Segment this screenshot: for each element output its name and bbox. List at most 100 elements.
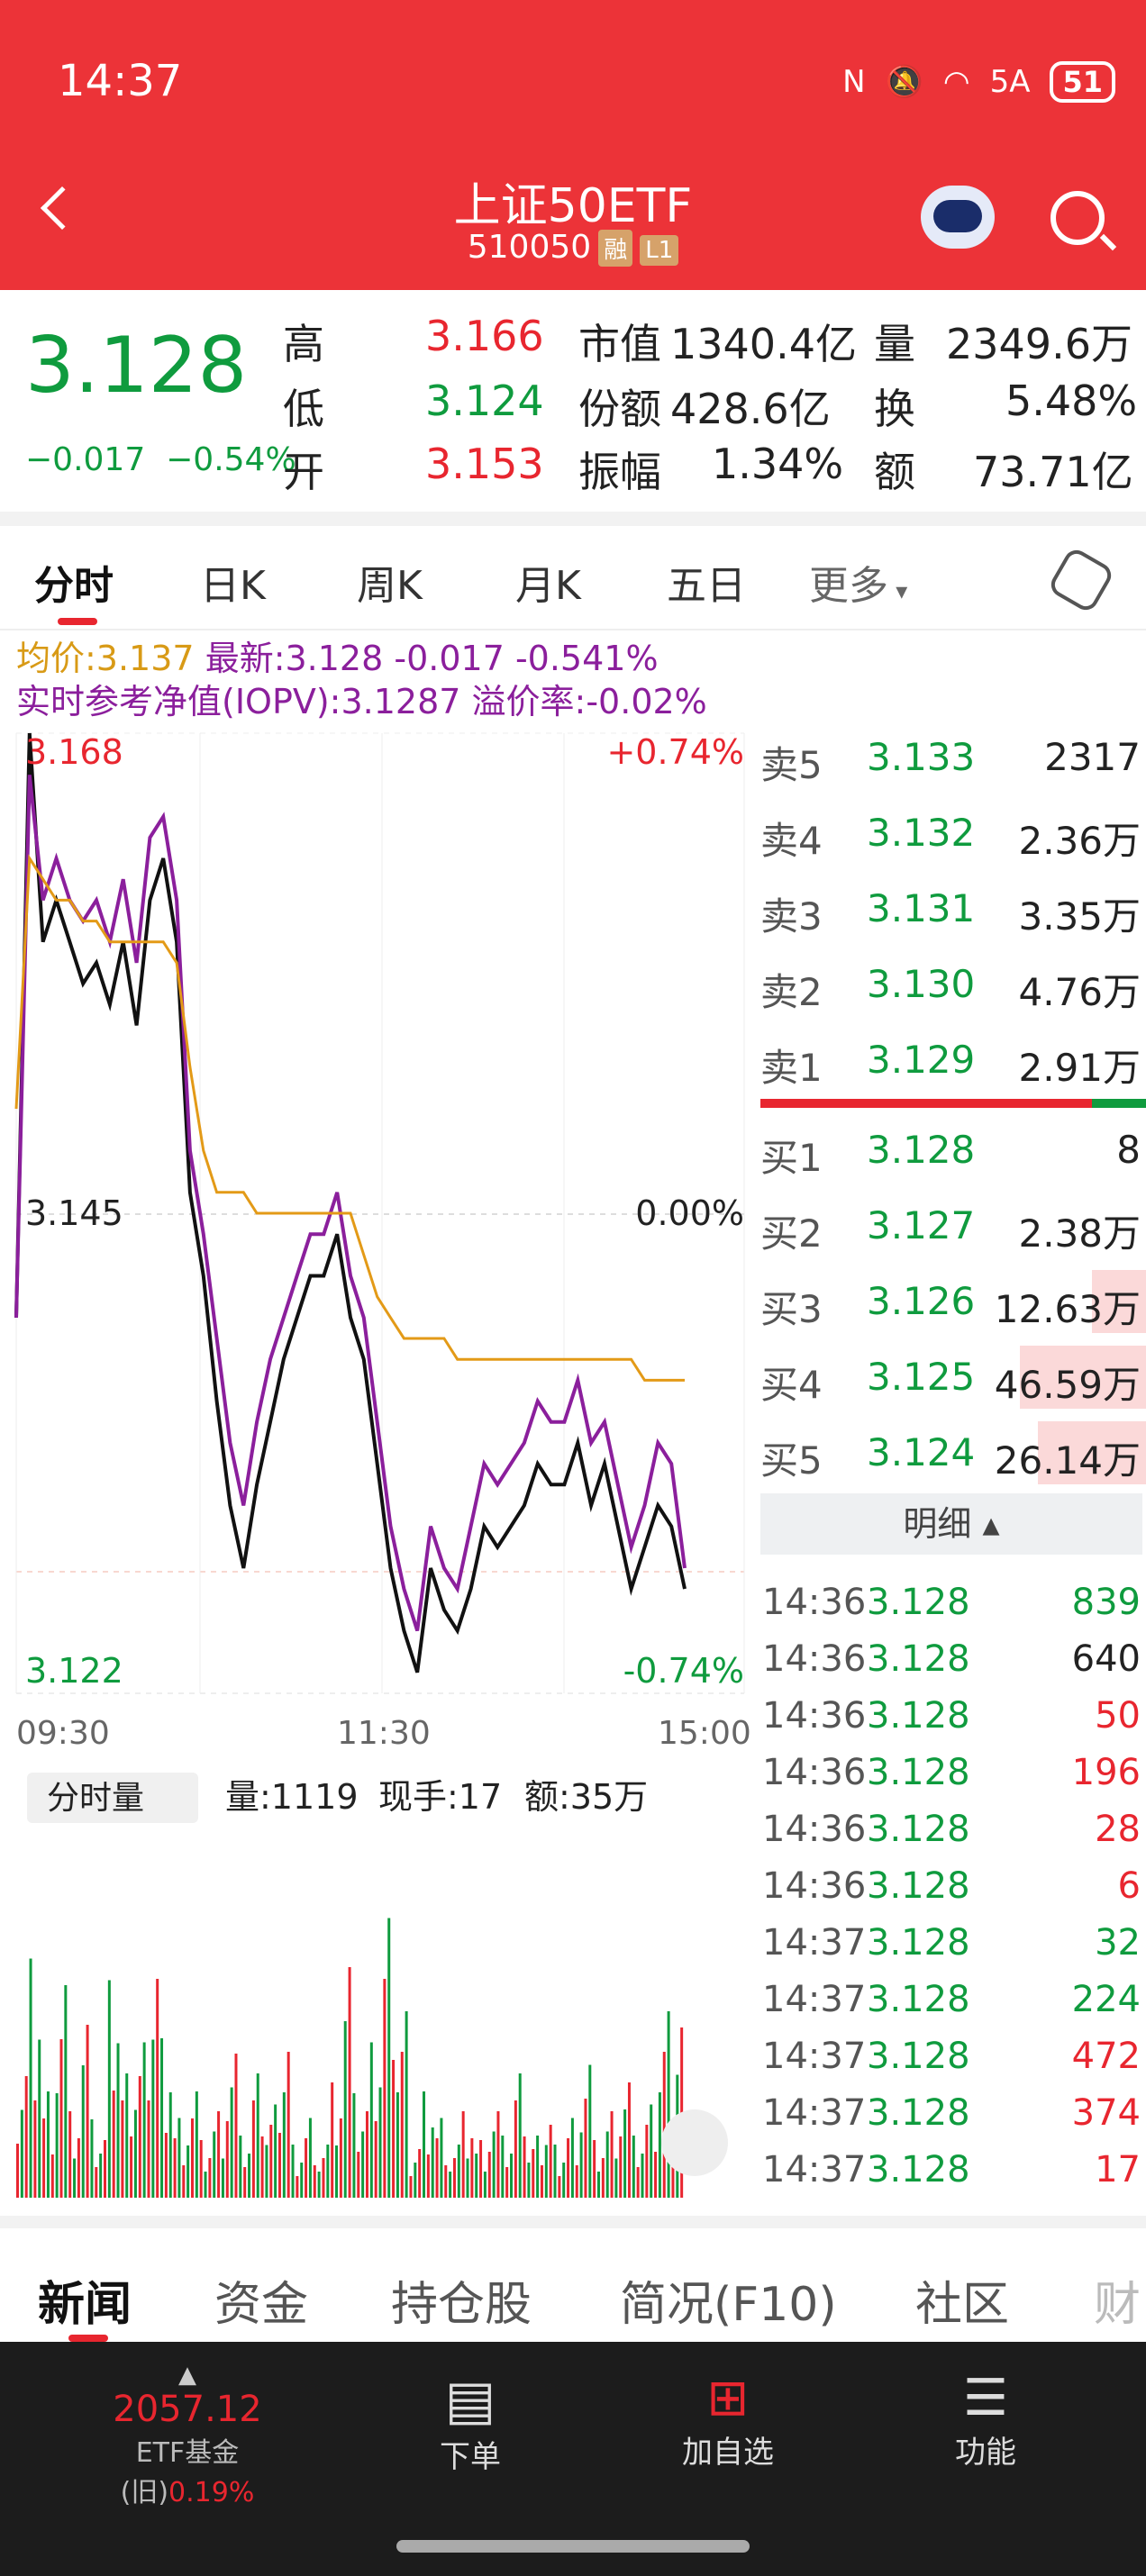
divider xyxy=(0,512,1146,526)
volume-bar xyxy=(527,2163,531,2198)
volume-bar xyxy=(426,2154,430,2198)
tab-holdings[interactable]: 持仓股 xyxy=(391,2266,532,2334)
volume-bar xyxy=(636,2167,640,2198)
volume-bar xyxy=(168,2092,172,2198)
volume-bar xyxy=(466,2158,469,2198)
volume-bar xyxy=(173,2138,177,2198)
volume-bar xyxy=(339,2118,342,2198)
chart-price-info: 均价:3.137 最新:3.128 -0.017 -0.541% xyxy=(16,639,659,678)
functions-button[interactable]: ☰ 功能 xyxy=(887,2369,1085,2472)
detail-toggle[interactable]: 明细 ▴ xyxy=(760,1493,1142,1555)
volume-bar xyxy=(217,2111,221,2198)
volume-bar xyxy=(457,2145,460,2198)
volume-bar xyxy=(605,2131,609,2198)
chart-tabs: 分时 日K 周K 月K 五日 更多 ▾ xyxy=(0,526,1146,630)
status-time: 14:37 xyxy=(58,56,183,106)
volume-bar xyxy=(510,2154,514,2198)
volume-bar xyxy=(77,2138,80,2198)
volume-bar xyxy=(597,2172,601,2198)
volume-bar xyxy=(440,2118,443,2198)
volume-bar xyxy=(623,2109,627,2198)
volume-value: 量:1119 xyxy=(225,1777,359,1817)
volume-bar xyxy=(133,2109,137,2198)
volume-bar xyxy=(418,2149,422,2198)
tab-funds[interactable]: 资金 xyxy=(214,2266,308,2334)
volume-bar xyxy=(409,2176,413,2198)
volume-bar xyxy=(614,2158,618,2198)
volume-bar xyxy=(588,2064,592,2198)
volume-bar xyxy=(431,2127,434,2198)
settings-icon[interactable] xyxy=(1046,545,1116,615)
volume-bar xyxy=(514,2100,517,2198)
intraday-chart[interactable]: 3.168 3.145 3.122 +0.74% 0.00% -0.74% 09… xyxy=(0,721,757,1783)
stock-code: 510050 xyxy=(467,229,592,266)
volume-bar xyxy=(138,2076,141,2198)
tab-profile[interactable]: 简况(F10) xyxy=(620,2266,837,2334)
volume-selector: 分时量 xyxy=(47,1780,144,1817)
fullscreen-icon xyxy=(661,2109,728,2176)
volume-bar xyxy=(452,2158,456,2198)
x-tick-mid: 11:30 xyxy=(337,1715,431,1752)
volume-bar xyxy=(667,2011,670,2198)
volume-bar xyxy=(24,2076,28,2198)
volume-bar xyxy=(650,2104,653,2198)
volume-bar xyxy=(103,2140,106,2198)
volume-bar xyxy=(414,2163,417,2198)
volume-bar xyxy=(107,1980,111,2198)
volume-bar xyxy=(269,2125,273,2198)
volume-bar xyxy=(562,2163,566,2198)
volume-bar xyxy=(540,2165,543,2198)
volume-bar xyxy=(81,2065,85,2198)
volume-bar xyxy=(265,2145,268,2198)
search-icon[interactable] xyxy=(1050,191,1105,245)
battery-icon: 51 xyxy=(1050,61,1115,103)
tab-news[interactable]: 新闻 xyxy=(38,2266,132,2334)
volume-bar xyxy=(567,2138,570,2198)
tab-community[interactable]: 社区 xyxy=(915,2266,1009,2334)
amp-value: 1.34% xyxy=(712,440,844,488)
volume-bar xyxy=(225,2121,229,2198)
tab-daily-k[interactable]: 日K xyxy=(200,553,266,611)
volume-bar xyxy=(308,2118,312,2198)
nfc-icon: N xyxy=(842,64,866,100)
shares-label: 份额 xyxy=(578,385,661,433)
add-watchlist-button[interactable]: ⊞ 加自选 xyxy=(629,2369,827,2472)
tab-five-day[interactable]: 五日 xyxy=(667,553,746,611)
tab-intraday[interactable]: 分时 xyxy=(34,553,114,611)
volume-bar xyxy=(260,2136,264,2198)
volume-chart[interactable]: 分时量 量:1119 现手:17 额:35万 xyxy=(0,1760,757,2201)
volume-bar xyxy=(570,2118,574,2198)
volume-bar xyxy=(536,2136,540,2198)
volume-bar xyxy=(64,1985,68,2198)
volume-bar xyxy=(313,2165,316,2198)
tab-more[interactable]: 更多 ▾ xyxy=(809,553,907,611)
volume-bar xyxy=(461,2111,465,2198)
volume-bar xyxy=(112,2091,115,2198)
volume-bar xyxy=(549,2125,552,2198)
amount-value: 73.71亿 xyxy=(973,448,1133,496)
volume-bar xyxy=(282,2092,286,2198)
volume-bar xyxy=(532,2149,535,2198)
volume-bar xyxy=(352,2093,356,2198)
volume-bar xyxy=(296,2176,299,2198)
volume-bar xyxy=(322,2158,325,2198)
volume-bar xyxy=(343,2021,347,2198)
volume-bar xyxy=(55,2093,59,2198)
volume-bar xyxy=(627,2082,631,2198)
current-hand: 现手:17 xyxy=(378,1777,502,1817)
volume-bar xyxy=(317,2172,321,2198)
high-value: 3.166 xyxy=(425,312,544,360)
robot-assistant-icon[interactable] xyxy=(921,186,995,249)
turnover-label: 换 xyxy=(874,385,915,433)
mktcap-value: 1340.4亿 xyxy=(670,320,857,368)
volume-bar xyxy=(492,2131,496,2198)
tab-finance[interactable]: 财 xyxy=(1094,2266,1141,2334)
tab-monthly-k[interactable]: 月K xyxy=(515,553,581,611)
order-button[interactable]: ▤ 下单 xyxy=(371,2369,569,2476)
volume-bar xyxy=(392,2060,396,2198)
bid-row: 买1 3.128 8 xyxy=(760,1128,1141,1180)
index-widget[interactable]: ▲ 2057.12 ETF基金(旧)0.19% xyxy=(88,2362,286,2509)
vol-value: 2349.6万 xyxy=(946,320,1132,368)
volume-bar xyxy=(326,2145,330,2198)
tab-weekly-k[interactable]: 周K xyxy=(357,553,423,611)
